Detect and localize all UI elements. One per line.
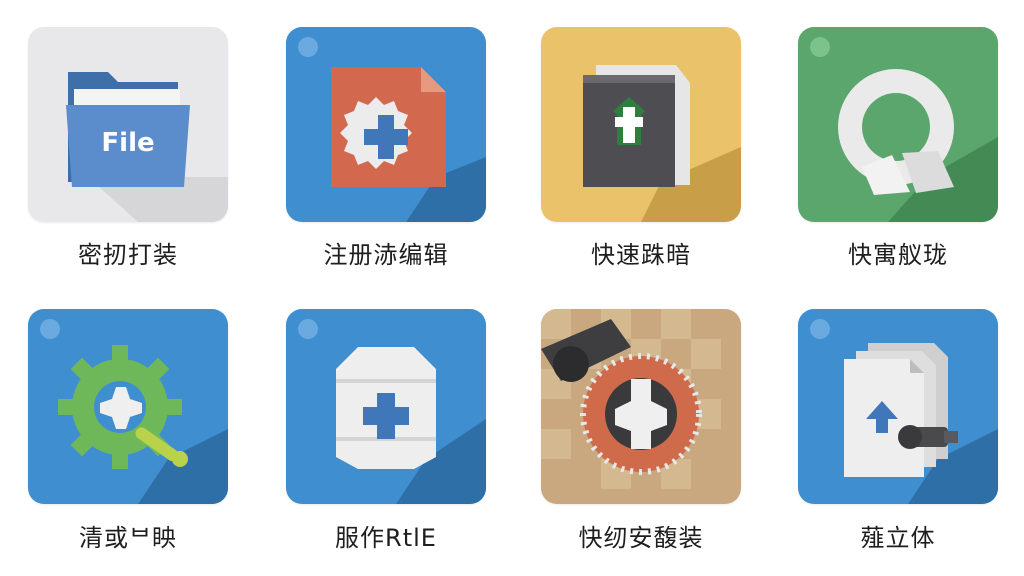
- folder-icon-text: File: [101, 128, 154, 158]
- files-upload-icon: [810, 319, 998, 504]
- app-tile-service[interactable]: [286, 309, 486, 504]
- app-label: 快纫安馥装: [578, 524, 704, 552]
- gear-wrench-icon: [40, 319, 228, 504]
- app-tile-install[interactable]: [541, 309, 741, 504]
- app-tile-quick-book[interactable]: [541, 27, 741, 222]
- dial-icon: [541, 309, 721, 489]
- shield-plus-icon: [298, 319, 486, 504]
- app-tile-file-folder[interactable]: File: [28, 27, 228, 222]
- app-tile-stand[interactable]: [798, 309, 998, 504]
- document-plus-icon: [298, 37, 486, 222]
- app-label: 快速跦暗: [591, 241, 691, 269]
- folder-icon: File: [66, 72, 228, 222]
- app-label: 注册浾编辑: [323, 241, 449, 269]
- app-label: 清或ᄇ眏: [78, 524, 178, 552]
- app-label: 服作RtlE: [335, 524, 437, 552]
- book-plus-icon: [583, 65, 741, 222]
- app-tile-clean[interactable]: [28, 309, 228, 504]
- app-tile-quick-ring[interactable]: [798, 27, 998, 222]
- app-tile-register-edit[interactable]: [286, 27, 486, 222]
- app-label: 密扨打装: [78, 241, 178, 269]
- ring-icon: [810, 37, 998, 222]
- app-grid: File 密扨打装 注册浾编辑 快速跦暗 快寓舣珑 清或ᄇ眏 服作RtlE 快纫…: [0, 0, 1024, 576]
- app-label: 快寓舣珑: [848, 241, 948, 269]
- app-label: 薤立体: [860, 524, 936, 552]
